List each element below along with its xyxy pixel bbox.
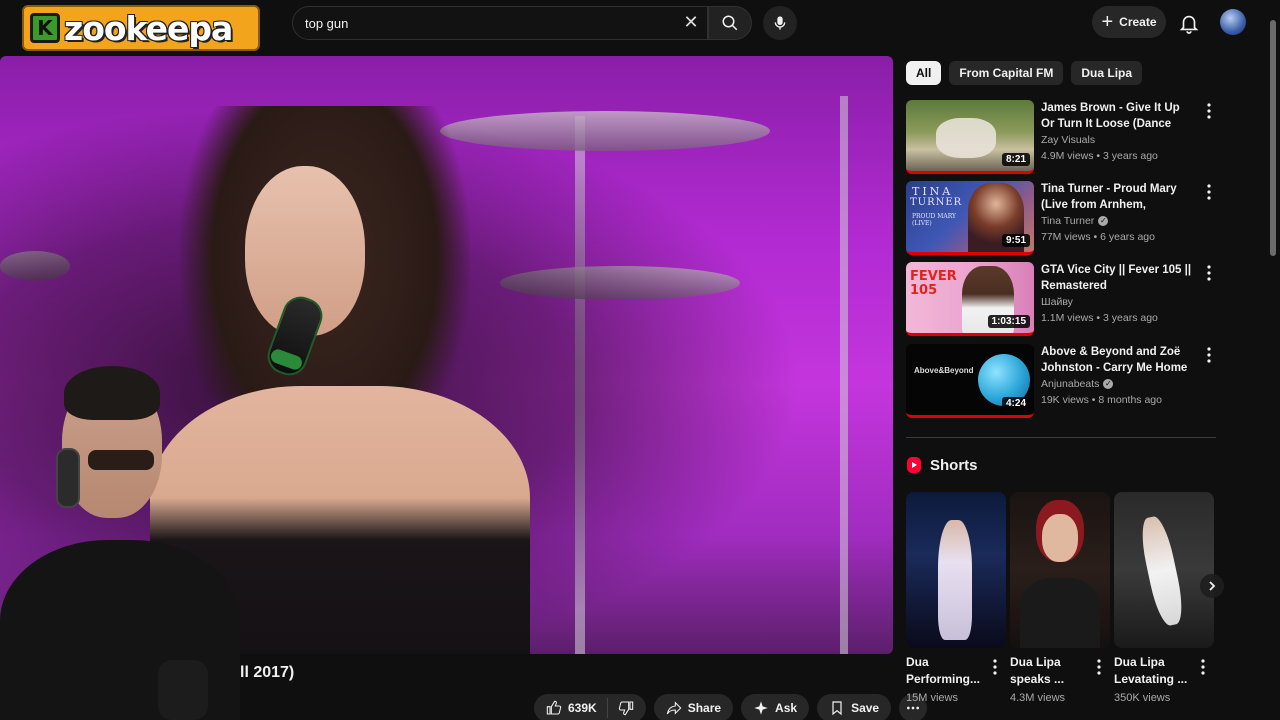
video-meta: 77M views • 6 years ago [1041, 231, 1155, 243]
video-meta: 4.9M views • 3 years ago [1041, 150, 1158, 162]
chip-all[interactable]: All [906, 61, 942, 85]
channel-name[interactable]: Tina Turner ✓ [1041, 215, 1109, 227]
shorts-next-button[interactable] [1200, 574, 1224, 598]
logo-text: zookeepa [64, 8, 233, 48]
search-icon [722, 15, 738, 31]
video-thumbnail[interactable]: 8:21 [906, 100, 1034, 174]
shorts-title: Shorts [930, 456, 978, 474]
notifications-bell-icon[interactable] [1178, 12, 1200, 34]
search-input[interactable] [305, 15, 665, 31]
dislike-button[interactable] [608, 698, 646, 718]
streamer-hair [64, 366, 160, 420]
short-title[interactable]: Dua Lipa speaks ... [1010, 654, 1090, 688]
bookmark-icon [832, 701, 842, 716]
video-thumbnail[interactable]: FEVER 105 1:03:15 [906, 262, 1034, 336]
recommended-video[interactable]: TINA TURNER PROUD MARY (LIVE) 9:51 Tina … [906, 181, 1216, 257]
ask-label: Ask [775, 701, 798, 715]
search-button[interactable] [708, 6, 752, 40]
share-label: Share [687, 701, 722, 715]
short-thumbnail[interactable] [1114, 492, 1214, 648]
like-dislike-group: 639K [534, 694, 646, 720]
account-avatar[interactable] [1220, 9, 1246, 35]
filter-chips: All From Capital FM Dua Lipa [906, 61, 1143, 85]
video-title[interactable]: GTA Vice City || Fever 105 || Remastered [1041, 262, 1193, 294]
top-bar: K zookeepa ✕ + Create [0, 0, 1280, 51]
more-vertical-icon[interactable] [990, 658, 1000, 676]
short-views: 15M views [906, 692, 958, 704]
logo-k-badge: K [30, 13, 60, 43]
sunglasses [88, 450, 154, 470]
short-item[interactable]: Dua Performing... 15M views [906, 492, 1006, 704]
short-title[interactable]: Dua Lipa Levatating ... [1114, 654, 1194, 688]
clear-search-icon[interactable]: ✕ [680, 11, 702, 33]
video-title[interactable]: James Brown - Give It Up Or Turn It Loos… [1041, 100, 1193, 132]
thumb-text: PROUD MARY (LIVE) [912, 213, 957, 227]
page-scrollbar[interactable] [1270, 20, 1276, 256]
recommended-video[interactable]: FEVER 105 1:03:15 GTA Vice City || Fever… [906, 262, 1216, 338]
video-duration: 1:03:15 [987, 315, 1030, 328]
short-thumbnail[interactable] [906, 492, 1006, 648]
recommended-video[interactable]: 8:21 James Brown - Give It Up Or Turn It… [906, 100, 1216, 176]
save-label: Save [851, 701, 880, 715]
video-duration: 9:51 [1001, 234, 1030, 247]
plus-icon: + [1101, 11, 1114, 33]
chip-from-capital-fm[interactable]: From Capital FM [949, 61, 1064, 85]
streamer-webcam-overlay [0, 360, 270, 720]
microphone-icon [774, 16, 786, 30]
shorts-header: Shorts [906, 456, 978, 474]
create-button[interactable]: + Create [1092, 6, 1166, 38]
save-button[interactable]: Save [817, 694, 892, 720]
short-views: 350K views [1114, 692, 1171, 704]
more-vertical-icon[interactable] [1204, 264, 1214, 282]
like-button[interactable]: 639K [534, 698, 608, 718]
short-item[interactable]: Dua Lipa Levatating ... 350K views [1114, 492, 1214, 704]
like-count: 639K [568, 701, 597, 715]
share-icon [666, 701, 682, 715]
verified-check-icon: ✓ [1103, 379, 1114, 389]
thumb-text: FEVER 105 [910, 269, 957, 298]
channel-logo[interactable]: K zookeepa [22, 5, 260, 51]
more-vertical-icon[interactable] [1198, 658, 1208, 676]
short-views: 4.3M views [1010, 692, 1066, 704]
more-vertical-icon[interactable] [1204, 183, 1214, 201]
video-duration: 4:24 [1001, 397, 1030, 410]
ask-button[interactable]: Ask [741, 694, 810, 720]
video-title[interactable]: Tina Turner - Proud Mary (Live from Arnh… [1041, 181, 1193, 213]
video-duration: 8:21 [1001, 153, 1030, 166]
recommended-video[interactable]: Above&Beyond 4:24 Above & Beyond and Zoë… [906, 344, 1216, 420]
verified-check-icon: ✓ [1098, 216, 1109, 226]
more-vertical-icon[interactable] [1204, 102, 1214, 120]
video-meta: 19K views • 8 months ago [1041, 394, 1162, 406]
video-title[interactable]: Above & Beyond and Zoë Johnston - Carry … [1041, 344, 1193, 376]
more-vertical-icon[interactable] [1094, 658, 1104, 676]
thumbs-down-icon [618, 701, 633, 716]
section-divider [906, 437, 1216, 438]
video-actions: 639K Share Ask Save [534, 694, 928, 720]
share-button[interactable]: Share [653, 694, 734, 720]
search-box[interactable] [292, 6, 708, 40]
more-vertical-icon[interactable] [1204, 346, 1214, 364]
streamer-microphone [158, 660, 208, 720]
short-title[interactable]: Dua Performing... [906, 654, 986, 688]
channel-name[interactable]: Anjunabeats ✓ [1041, 378, 1114, 390]
thumb-text: Above&Beyond [914, 366, 974, 375]
video-meta: 1.1M views • 3 years ago [1041, 312, 1158, 324]
voice-search-button[interactable] [763, 6, 797, 40]
sparkle-icon [754, 701, 768, 715]
channel-name[interactable]: Zay Visuals [1041, 134, 1095, 146]
chip-dua-lipa[interactable]: Dua Lipa [1071, 61, 1143, 85]
channel-name[interactable]: Шайву [1041, 296, 1073, 308]
video-thumbnail[interactable]: TINA TURNER PROUD MARY (LIVE) 9:51 [906, 181, 1034, 255]
thumb-text: TURNER [910, 197, 963, 208]
video-thumbnail[interactable]: Above&Beyond 4:24 [906, 344, 1034, 418]
thumbs-up-icon [546, 700, 562, 715]
headset [56, 448, 80, 508]
short-thumbnail[interactable] [1010, 492, 1110, 648]
shorts-logo-icon [907, 457, 921, 473]
create-label: Create [1119, 15, 1157, 29]
chevron-right-icon [1209, 581, 1216, 591]
short-item[interactable]: Dua Lipa speaks ... 4.3M views [1010, 492, 1110, 704]
